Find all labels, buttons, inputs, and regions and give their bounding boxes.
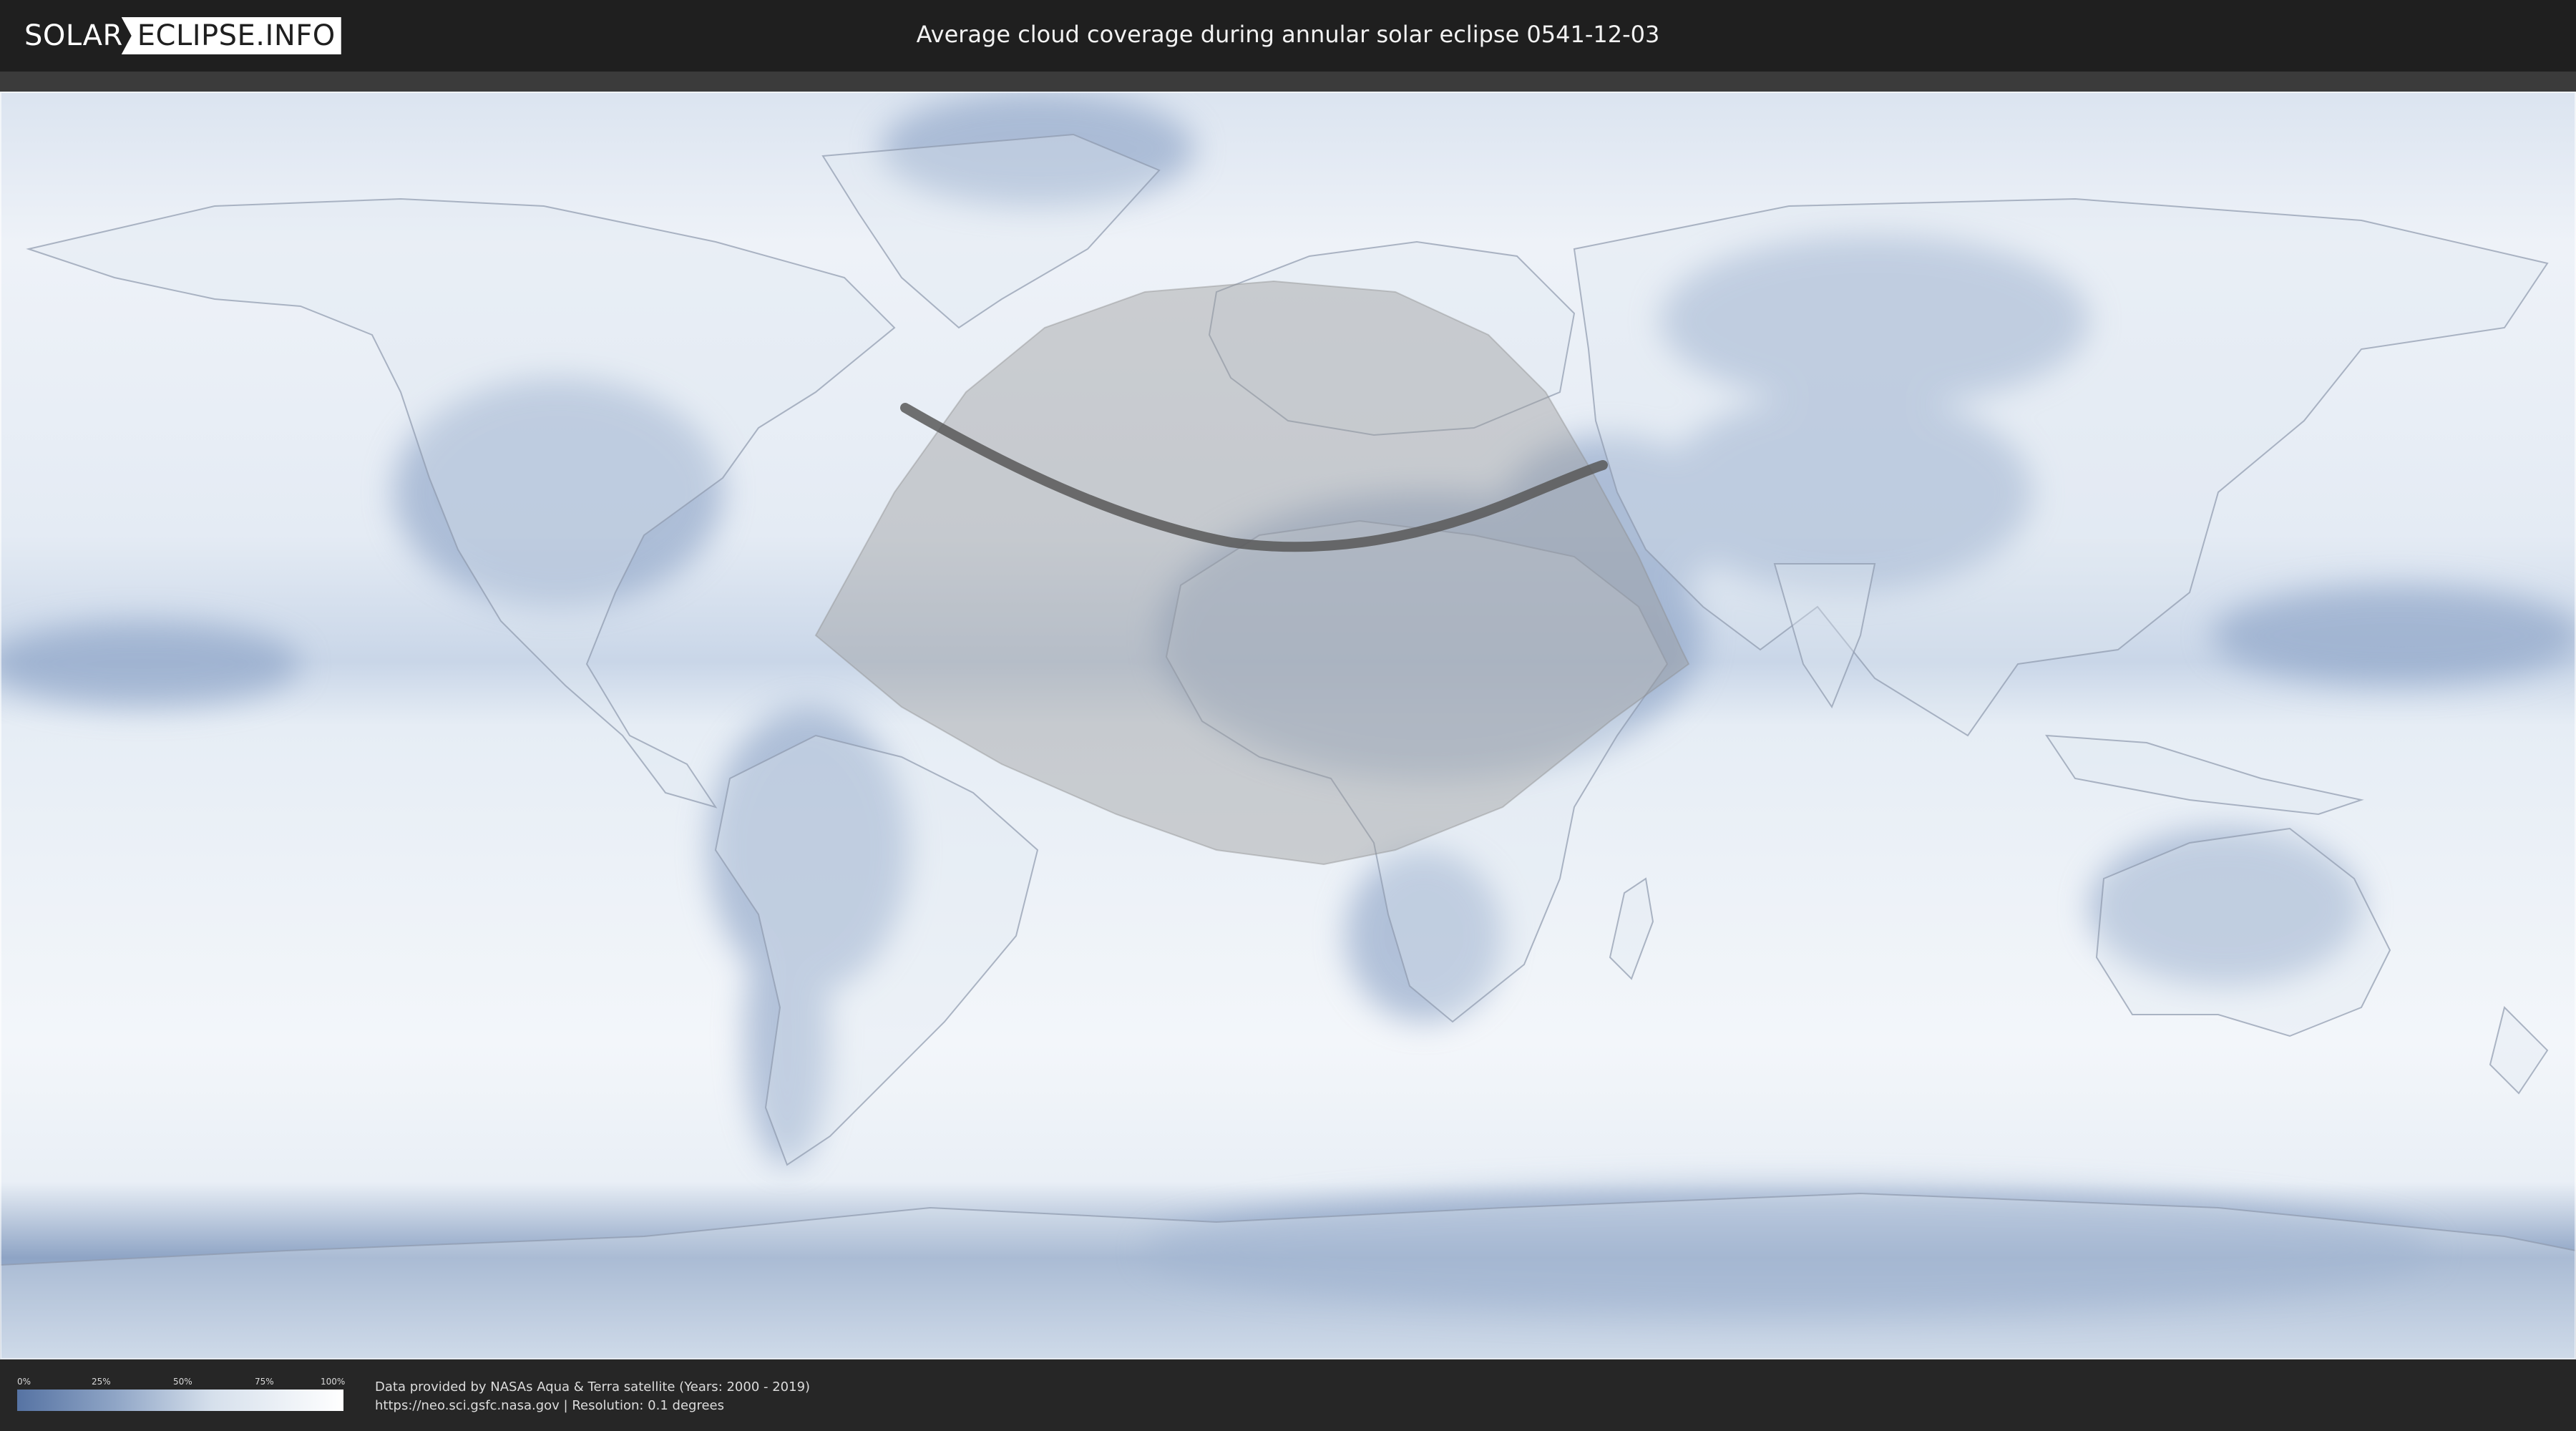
legend-tick-50: 50%	[173, 1377, 192, 1387]
header-bar: SOLAR ECLIPSE.INFO Average cloud coverag…	[0, 0, 2576, 72]
app-root: SOLAR ECLIPSE.INFO Average cloud coverag…	[0, 0, 2576, 1431]
cloud-coverage-map[interactable]	[0, 92, 2576, 1359]
legend-color-bar	[17, 1390, 343, 1411]
legend-tick-75: 75%	[255, 1377, 274, 1387]
credits-source: Data provided by NASAs Aqua & Terra sate…	[375, 1379, 811, 1395]
cloud-coverage-legend: 0% 25% 50% 75% 100%	[17, 1374, 346, 1411]
data-credits: Data provided by NASAs Aqua & Terra sate…	[375, 1378, 810, 1415]
legend-tick-0: 0%	[17, 1377, 31, 1387]
map-svg	[0, 92, 2576, 1359]
legend-ticks: 0% 25% 50% 75% 100%	[17, 1374, 346, 1390]
credits-link[interactable]: https://neo.sci.gsfc.nasa.gov | Resoluti…	[375, 1397, 810, 1415]
legend-tick-25: 25%	[92, 1377, 111, 1387]
header-divider	[0, 72, 2576, 92]
page-title: Average cloud coverage during annular so…	[916, 21, 1660, 48]
legend-tick-100: 100%	[321, 1377, 346, 1387]
